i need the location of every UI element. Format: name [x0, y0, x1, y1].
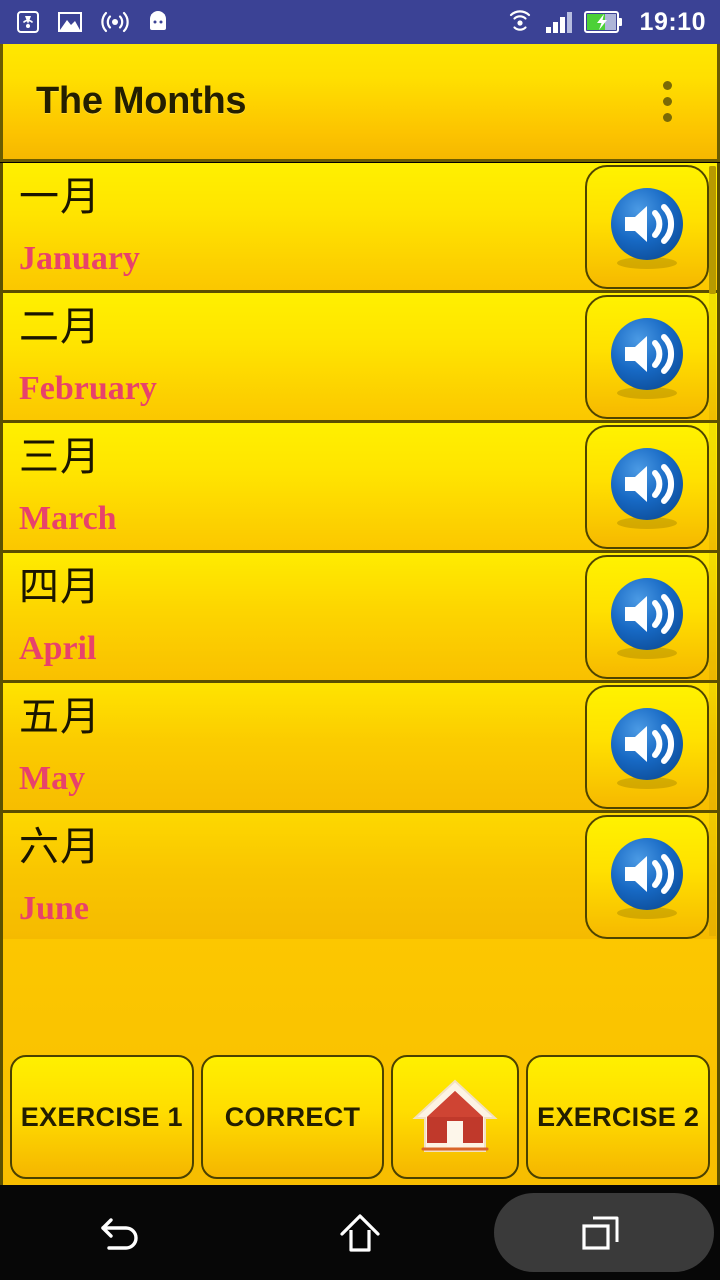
speaker-volume-icon[interactable]: [585, 554, 709, 679]
home-outline-icon: [340, 1213, 380, 1252]
battery-charging-icon: [583, 11, 622, 33]
scrollbar-thumb[interactable]: [709, 166, 716, 294]
android-head-icon: [150, 11, 166, 30]
speaker-volume-icon[interactable]: [585, 294, 709, 419]
recents-nav-button[interactable]: [480, 1185, 720, 1280]
exercise-1-label: EXERCISE 1: [20, 1101, 183, 1132]
wifi-icon: [509, 10, 530, 31]
speaker-volume-icon[interactable]: [585, 164, 709, 289]
speaker-volume-icon[interactable]: [585, 424, 709, 549]
status-bar-left-icons: [16, 10, 169, 34]
android-nav-bar: [0, 1185, 720, 1280]
back-arrow-icon: [101, 1217, 138, 1250]
more-vertical-icon[interactable]: [653, 73, 682, 130]
status-bar: 19:10: [0, 0, 720, 44]
home-nav-button[interactable]: [240, 1185, 480, 1280]
list-item[interactable]: 五月 May: [3, 683, 717, 813]
list-item[interactable]: 二月 February: [3, 293, 717, 423]
footer-button-bar: EXERCISE 1 CORRECT EXERCISE 2: [10, 1055, 711, 1179]
overflow-dot: [663, 97, 672, 106]
months-list[interactable]: 一月 January 二月 February 三月 March 四月 April…: [0, 163, 720, 939]
recents-squares-icon: [582, 1216, 619, 1250]
exercise-1-button[interactable]: EXERCISE 1: [10, 1055, 194, 1179]
phone-screen: 19:10 The Months 一月 January 二月 February …: [0, 0, 720, 1280]
list-item[interactable]: 六月 June: [3, 813, 717, 939]
exercise-2-label: EXERCISE 2: [537, 1101, 700, 1132]
correct-label: CORRECT: [224, 1101, 361, 1132]
home-button[interactable]: [391, 1055, 520, 1179]
status-bar-clock: 19:10: [639, 7, 706, 36]
list-scrollbar[interactable]: [709, 166, 716, 936]
footer-area: EXERCISE 1 CORRECT EXERCISE 2: [0, 939, 720, 1185]
house-icon: [412, 1079, 498, 1152]
list-item[interactable]: 一月 January: [3, 163, 717, 293]
list-item[interactable]: 三月 March: [3, 423, 717, 553]
overflow-dot: [663, 113, 672, 122]
list-item[interactable]: 四月 April: [3, 553, 717, 683]
page-title: The Months: [36, 80, 247, 122]
exercise-2-button[interactable]: EXERCISE 2: [526, 1055, 711, 1179]
broadcast-icon: [101, 11, 129, 33]
back-nav-button[interactable]: [0, 1185, 240, 1280]
speaker-volume-icon[interactable]: [585, 684, 709, 809]
correct-button[interactable]: CORRECT: [200, 1055, 385, 1179]
app-bar: The Months: [0, 44, 720, 162]
photo-icon: [58, 12, 82, 32]
cellular-signal-icon: [545, 12, 572, 33]
status-bar-right-icons: 19:10: [506, 8, 706, 37]
overflow-dot: [663, 81, 672, 90]
cast-icon: [17, 11, 39, 33]
speaker-volume-icon[interactable]: [585, 814, 709, 939]
